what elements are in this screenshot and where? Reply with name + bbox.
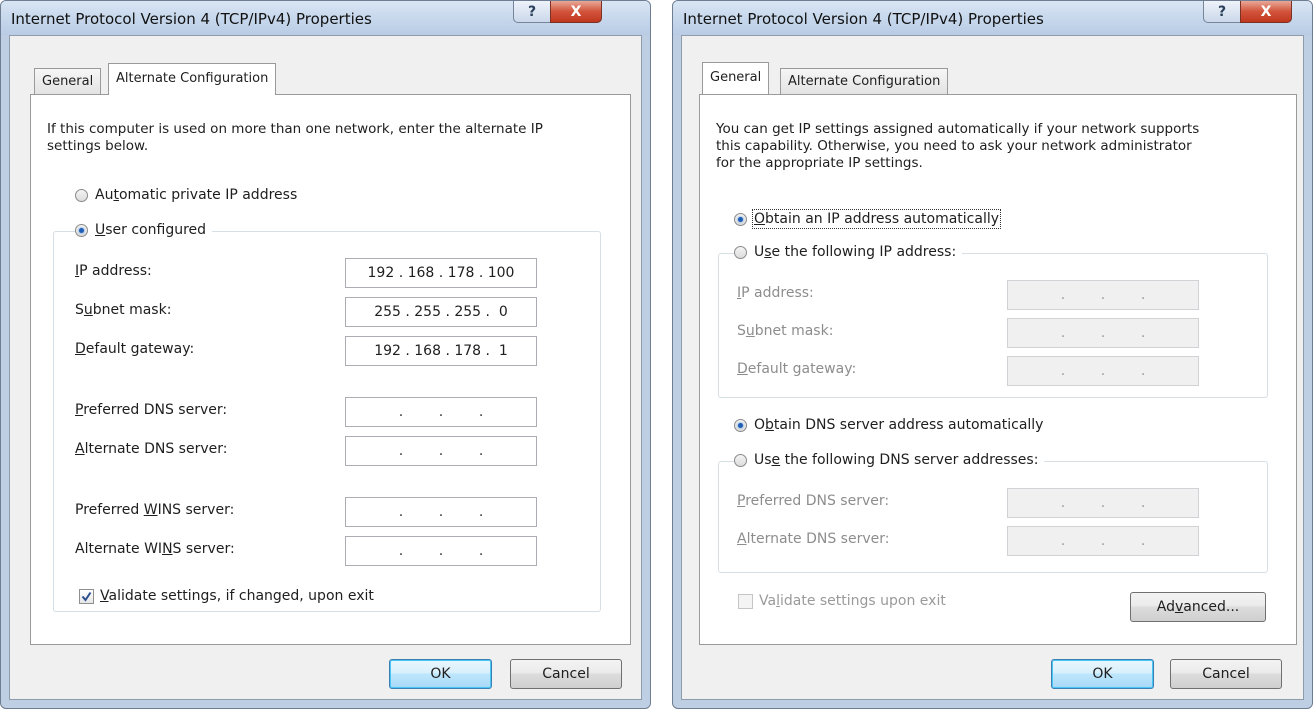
advanced-button[interactable]: Ad v anced... — [1130, 592, 1266, 622]
tab-alternate-configuration[interactable]: Alternate Configuration — [780, 68, 949, 94]
radio-label: Use the following IP address: — [754, 244, 957, 260]
help-icon: ? — [1217, 3, 1227, 20]
subnet-mask-label: Subnet mask: — [737, 323, 834, 339]
validate-settings-checkbox[interactable]: Validate settings, if changed, upon exit — [79, 588, 374, 604]
ok-button[interactable]: OK — [1051, 659, 1154, 689]
default-gateway-label: Default gateway: — [75, 341, 195, 357]
checkbox-unchecked-icon — [738, 593, 753, 609]
cancel-button[interactable]: Cancel — [510, 659, 622, 689]
alternate-wins-label: Alternate WINS server: — [75, 541, 235, 557]
tab-panel: You can get IP settings assigned automat… — [699, 94, 1297, 645]
default-gateway-input[interactable]: . . . — [1007, 356, 1199, 386]
help-button[interactable]: ? — [513, 1, 551, 23]
default-gateway-input[interactable]: 192 . 168 . 178 . 1 — [345, 336, 537, 366]
alternate-dns-input[interactable]: . . . — [345, 436, 537, 466]
checkbox-label: Validate settings, if changed, upon exit — [100, 588, 374, 604]
radio-obtain-ip-automatically[interactable]: Obtain an IP address automatically — [734, 209, 1006, 229]
ipv4-properties-dialog-alternate: Internet Protocol Version 4 (TCP/IPv4) P… — [0, 0, 651, 709]
subnet-mask-input[interactable]: . . . — [1007, 318, 1199, 348]
radio-checked-icon — [75, 223, 88, 237]
radio-label: User configured — [95, 222, 207, 238]
alternate-dns-input[interactable]: . . . — [1007, 526, 1199, 556]
checkbox-checked-icon — [79, 588, 94, 604]
tab-alternate-configuration[interactable]: Alternate Configuration — [108, 63, 277, 95]
help-button[interactable]: ? — [1203, 1, 1241, 23]
tab-general[interactable]: General — [34, 68, 102, 94]
radio-unchecked-icon — [734, 245, 747, 259]
ip-address-label: IP address: — [75, 263, 152, 279]
radio-user-configured[interactable]: User configured — [75, 222, 213, 238]
subnet-mask-input[interactable]: 255 . 255 . 255 . 0 — [345, 297, 537, 327]
ip-address-input[interactable]: . . . — [1007, 280, 1199, 310]
alternate-wins-input[interactable]: . . . — [345, 536, 537, 566]
dialog-client-area: General Alternate Configuration You can … — [681, 35, 1304, 700]
radio-use-following-dns[interactable]: Use the following DNS server addresses: — [734, 452, 1045, 468]
radio-unchecked-icon — [734, 453, 747, 467]
close-button[interactable]: X — [550, 1, 602, 23]
radio-obtain-dns-automatically[interactable]: Obtain DNS server address automatically — [734, 417, 1050, 433]
close-icon: X — [1260, 3, 1272, 20]
radio-label: Obtain an IP address automatically — [751, 209, 1002, 229]
radio-automatic-private-ip[interactable]: Automatic private IP address — [75, 187, 304, 203]
preferred-dns-label: Preferred DNS server: — [75, 402, 228, 418]
preferred-wins-label: Preferred WINS server: — [75, 502, 235, 518]
close-button[interactable]: X — [1240, 1, 1292, 23]
cancel-button[interactable]: Cancel — [1170, 659, 1282, 689]
radio-label: Use the following DNS server addresses: — [754, 452, 1039, 468]
intro-text: If this computer is used on more than on… — [47, 121, 543, 154]
ok-button[interactable]: OK — [389, 659, 492, 689]
tab-general[interactable]: General — [702, 62, 770, 94]
preferred-dns-label: Preferred DNS server: — [737, 493, 890, 509]
alternate-dns-label: Alternate DNS server: — [75, 441, 228, 457]
title-bar[interactable]: Internet Protocol Version 4 (TCP/IPv4) P… — [673, 1, 1312, 35]
tab-panel: If this computer is used on more than on… — [30, 94, 631, 645]
preferred-dns-input[interactable]: . . . — [1007, 488, 1199, 518]
default-gateway-label: Default gateway: — [737, 361, 857, 377]
ip-address-input[interactable]: 192 . 168 . 178 . 100 — [345, 258, 537, 288]
ipv4-properties-dialog-general: Internet Protocol Version 4 (TCP/IPv4) P… — [672, 0, 1313, 709]
ip-address-label: IP address: — [737, 285, 814, 301]
preferred-dns-input[interactable]: . . . — [345, 397, 537, 427]
subnet-mask-label: Subnet mask: — [75, 302, 172, 318]
help-icon: ? — [527, 3, 537, 20]
radio-use-following-ip[interactable]: Use the following IP address: — [734, 244, 963, 260]
radio-label: Automatic private IP address — [95, 187, 298, 203]
preferred-wins-input[interactable]: . . . — [345, 497, 537, 527]
close-icon: X — [570, 3, 582, 20]
checkbox-label: Validate settings upon exit — [759, 593, 946, 609]
dialog-title: Internet Protocol Version 4 (TCP/IPv4) P… — [683, 10, 1044, 28]
validate-settings-checkbox[interactable]: Validate settings upon exit — [738, 593, 946, 609]
title-bar[interactable]: Internet Protocol Version 4 (TCP/IPv4) P… — [1, 1, 650, 35]
intro-text: You can get IP settings assigned automat… — [716, 121, 1200, 171]
radio-checked-icon — [734, 418, 747, 432]
dialog-client-area: General Alternate Configuration If this … — [9, 35, 642, 700]
alternate-dns-label: Alternate DNS server: — [737, 531, 890, 547]
radio-checked-icon — [734, 212, 747, 226]
dialog-title: Internet Protocol Version 4 (TCP/IPv4) P… — [11, 10, 372, 28]
radio-unchecked-icon — [75, 188, 88, 202]
radio-label: Obtain DNS server address automatically — [754, 417, 1044, 433]
